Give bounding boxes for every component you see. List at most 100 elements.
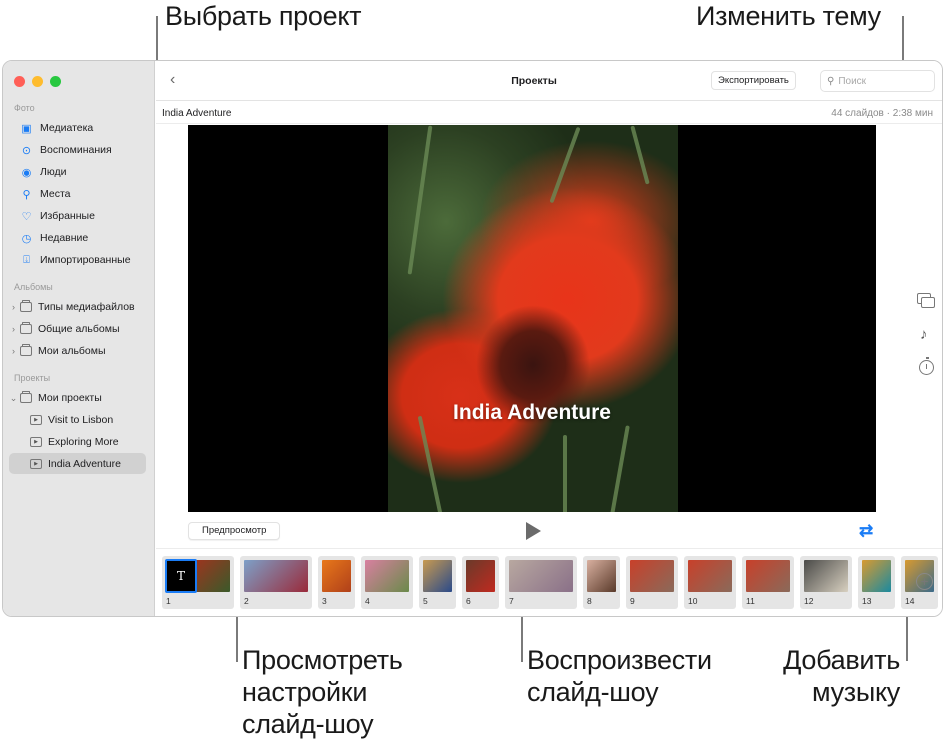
- filmstrip-thumbnail[interactable]: 2: [240, 556, 312, 609]
- folder-icon: [20, 302, 32, 312]
- minimize-button[interactable]: [32, 76, 43, 87]
- callout-text-line: Добавить: [760, 644, 900, 676]
- sidebar-item-memories[interactable]: ⊙ Воспоминания: [9, 140, 146, 160]
- section-header-projects: Проекты: [14, 373, 50, 383]
- close-button[interactable]: [14, 76, 25, 87]
- filmstrip-thumbnail[interactable]: 8: [583, 556, 620, 609]
- slideshow-icon: ▶: [30, 459, 42, 469]
- themes-icon[interactable]: [917, 293, 933, 306]
- sidebar-item-imports[interactable]: ⍗ Импортированные: [9, 250, 146, 270]
- sidebar-item-label: Мои альбомы: [38, 345, 106, 357]
- filmstrip-thumbnail[interactable]: 9: [626, 556, 678, 609]
- poppy-stem: [408, 125, 433, 274]
- main-content: ‹ Проекты Экспортировать ⚲ Поиск India A…: [156, 61, 942, 616]
- playback-controls: Предпросмотр ⇄: [156, 513, 942, 549]
- memories-icon: ⊙: [20, 144, 33, 157]
- section-header-albums: Альбомы: [14, 282, 53, 292]
- thumbnail-image: [587, 560, 616, 592]
- search-placeholder: Поиск: [838, 76, 866, 87]
- sidebar-item-label: Места: [40, 188, 71, 200]
- thumbnail-image: [862, 560, 891, 592]
- sidebar-item-project-selected[interactable]: ▶ India Adventure: [9, 453, 146, 474]
- chevron-down-icon[interactable]: ⌄: [9, 393, 18, 404]
- filmstrip-thumbnail[interactable]: 13: [858, 556, 895, 609]
- sidebar-item-library[interactable]: ▣ Медиатека: [9, 118, 146, 138]
- thumbnail-number: 2: [244, 596, 249, 606]
- chevron-right-icon[interactable]: ›: [9, 346, 18, 356]
- zoom-button[interactable]: [50, 76, 61, 87]
- sidebar-item-label: Exploring More: [48, 436, 119, 448]
- clock-icon: ◷: [20, 232, 33, 245]
- sidebar-item-media-types[interactable]: › Типы медиафайлов: [9, 297, 146, 317]
- callout-text-line: настройки: [242, 676, 403, 708]
- project-name: India Adventure: [162, 108, 232, 119]
- filmstrip-thumbnail[interactable]: 11: [742, 556, 794, 609]
- repeat-icon[interactable]: ⇄: [859, 521, 873, 541]
- sidebar-item-label: Люди: [40, 166, 67, 178]
- thumbnail-image: [630, 560, 674, 592]
- folder-icon: [20, 346, 32, 356]
- poppy-stem: [563, 435, 567, 512]
- import-icon: ⍗: [20, 254, 33, 267]
- thumbnail-image: [466, 560, 495, 592]
- search-field[interactable]: ⚲ Поиск: [820, 70, 935, 92]
- thumbnail-number: 14: [905, 596, 914, 606]
- section-header-photos: Фото: [14, 103, 35, 113]
- filmstrip-thumbnail[interactable]: 6: [462, 556, 499, 609]
- thumbnail-number: 1: [166, 596, 171, 606]
- filmstrip-thumbnail[interactable]: 7: [505, 556, 577, 609]
- filmstrip-thumbnail[interactable]: 10: [684, 556, 736, 609]
- thumbnail-number: 10: [688, 596, 697, 606]
- sidebar-item-favorites[interactable]: ♡ Избранные: [9, 206, 146, 226]
- filmstrip-thumbnail[interactable]: 12: [800, 556, 852, 609]
- callout-text-line: Просмотреть: [242, 644, 403, 676]
- thumbnail-image: [244, 560, 308, 592]
- sidebar-item-my-albums[interactable]: › Мои альбомы: [9, 341, 146, 361]
- sidebar-item-label: Недавние: [40, 232, 88, 244]
- project-info-bar: India Adventure 44 слайдов · 2:38 мин: [156, 102, 942, 124]
- shared-folder-icon: [20, 324, 32, 334]
- poppy-stem: [610, 425, 630, 512]
- chevron-right-icon[interactable]: ›: [9, 302, 18, 312]
- sidebar-item-places[interactable]: ⚲ Места: [9, 184, 146, 204]
- sidebar-item-recents[interactable]: ◷ Недавние: [9, 228, 146, 248]
- filmstrip-thumbnail[interactable]: 4: [361, 556, 413, 609]
- music-note-icon[interactable]: ♪: [920, 326, 928, 343]
- thumbnail-number: 5: [423, 596, 428, 606]
- photos-window: Фото ▣ Медиатека ⊙ Воспоминания ◉ Люди ⚲…: [2, 60, 943, 617]
- sidebar-item-shared-albums[interactable]: › Общие альбомы: [9, 319, 146, 339]
- sidebar-item-my-projects[interactable]: ⌄ Мои проекты: [9, 388, 146, 408]
- people-icon: ◉: [20, 166, 33, 179]
- callout-text-line: слайд-шоу: [527, 676, 712, 708]
- thumbnail-number: 8: [587, 596, 592, 606]
- add-slide-icon[interactable]: +: [916, 573, 933, 590]
- preview-button[interactable]: Предпросмотр: [188, 522, 280, 540]
- slide-viewer[interactable]: India Adventure: [188, 125, 876, 512]
- filmstrip-thumbnail[interactable]: 3: [318, 556, 355, 609]
- title-slide-tile: T: [165, 559, 197, 593]
- thumbnail-number: 7: [509, 596, 514, 606]
- sidebar-item-project[interactable]: ▶ Exploring More: [9, 432, 146, 452]
- places-icon: ⚲: [20, 188, 33, 201]
- export-button[interactable]: Экспортировать: [711, 71, 796, 90]
- thumbnail-number: 9: [630, 596, 635, 606]
- slideshow-icon: ▶: [30, 415, 42, 425]
- filmstrip-thumbnail[interactable]: 5: [419, 556, 456, 609]
- thumbnail-number: 13: [862, 596, 871, 606]
- play-icon[interactable]: [526, 522, 541, 540]
- duration-timer-icon[interactable]: [919, 360, 934, 375]
- sidebar-item-label: Импортированные: [40, 254, 131, 266]
- filmstrip: T123456789101112131415: [162, 556, 943, 611]
- slideshow-icon: ▶: [30, 437, 42, 447]
- filmstrip-thumbnail[interactable]: T1: [162, 556, 234, 609]
- thumbnail-image: [509, 560, 573, 592]
- folder-icon: [20, 393, 32, 403]
- sidebar-item-people[interactable]: ◉ Люди: [9, 162, 146, 182]
- sidebar-item-label: Visit to Lisbon: [48, 414, 113, 426]
- thumbnail-number: 6: [466, 596, 471, 606]
- sidebar-item-label: Мои проекты: [38, 392, 102, 404]
- chevron-right-icon[interactable]: ›: [9, 324, 18, 334]
- poppy-stem: [549, 127, 580, 204]
- sidebar-item-project[interactable]: ▶ Visit to Lisbon: [9, 410, 146, 430]
- callout-add-music: Добавить музыку: [760, 644, 900, 708]
